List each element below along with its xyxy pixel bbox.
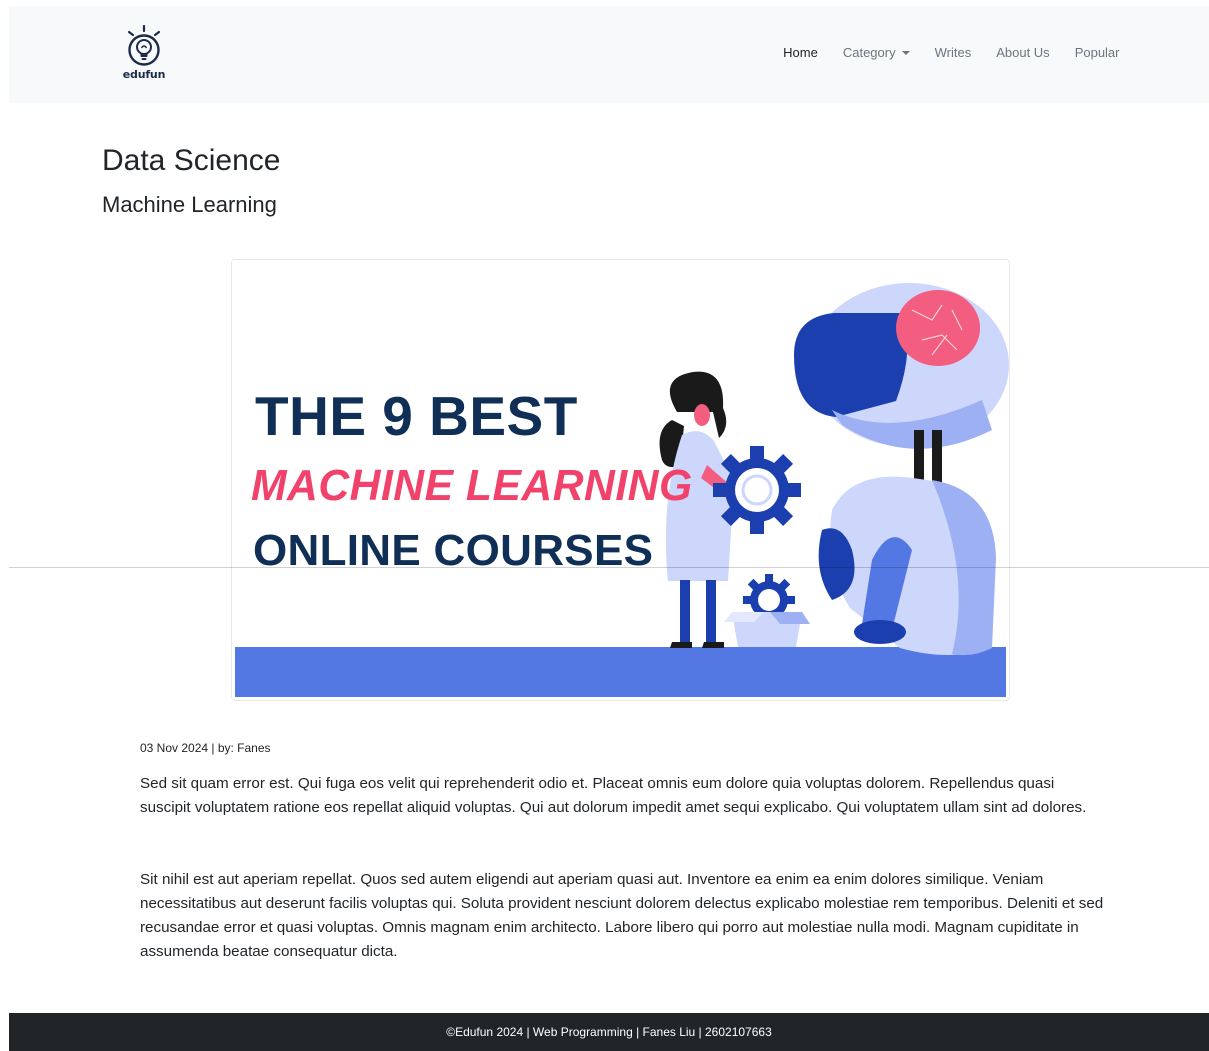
page-subtitle: Machine Learning <box>102 192 277 217</box>
article-paragraph: Sed sit quam error est. Qui fuga eos vel… <box>140 775 1087 816</box>
footer: ©Edufun 2024 | Web Programming | Fanes L… <box>9 1013 1209 1051</box>
brand-name: edufun <box>122 68 166 81</box>
nav-category-label: Category <box>842 45 896 60</box>
hero-headline-line3: ONLINE COURSES <box>253 526 654 575</box>
hero-headline-line2: MACHINE LEARNING <box>251 461 693 510</box>
nav-about-us[interactable]: About Us <box>984 45 1062 60</box>
article-meta: 03 Nov 2024 | by: Fanes <box>140 741 271 755</box>
nav-category-dropdown[interactable]: Category <box>830 45 922 60</box>
caret-down-icon <box>901 51 910 55</box>
page: edufun Home Category Writes About Us Pop… <box>0 0 1209 1051</box>
nav-home[interactable]: Home <box>771 45 831 60</box>
divider <box>9 567 1209 568</box>
footer-text: ©Edufun 2024 | Web Programming | Fanes L… <box>446 1025 772 1039</box>
lightbulb-icon <box>127 25 161 66</box>
nav-links: Home Category Writes About Us Popular <box>771 45 1132 60</box>
navbar: edufun Home Category Writes About Us Pop… <box>9 6 1209 103</box>
article-paragraph: Sit nihil est aut aperiam repellat. Quos… <box>140 871 1104 960</box>
nav-writes[interactable]: Writes <box>922 45 984 60</box>
hero-image: THE 9 BEST MACHINE LEARNING ONLINE COURS… <box>231 259 1010 701</box>
nav-popular[interactable]: Popular <box>1062 45 1132 60</box>
page-title: Data Science <box>102 144 281 177</box>
hero-headline-line1: THE 9 BEST <box>255 385 578 447</box>
brand-logo[interactable]: edufun <box>121 25 167 85</box>
